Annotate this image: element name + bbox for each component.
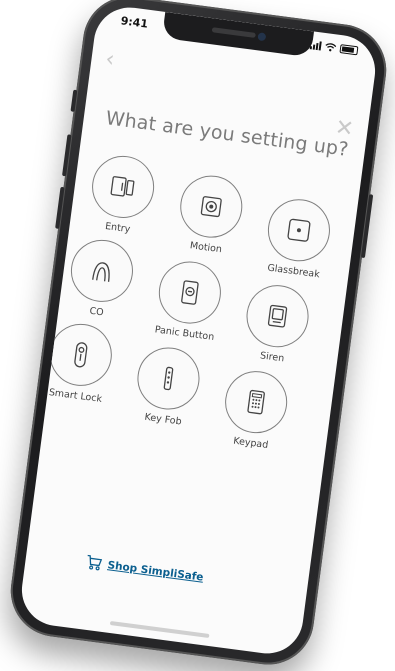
keypad-icon — [221, 367, 291, 437]
device-panic-button[interactable]: Panic Button — [142, 256, 235, 344]
shop-link-label: Shop SimpliSafe — [106, 558, 205, 584]
entry-sensor-icon — [88, 152, 158, 222]
device-siren[interactable]: Siren — [230, 280, 323, 368]
device-glassbreak[interactable]: Glassbreak — [251, 194, 344, 282]
panic-button-icon — [155, 257, 225, 328]
device-label: Entry — [104, 220, 131, 236]
device-label: CO — [88, 305, 105, 319]
front-camera — [256, 32, 266, 42]
speaker-grille — [211, 27, 256, 38]
back-button[interactable]: ‹ — [104, 47, 116, 73]
wifi-icon — [325, 43, 337, 52]
page-title: What are you setting up? — [104, 107, 350, 161]
smart-lock-icon — [46, 320, 116, 390]
status-icons — [309, 40, 359, 56]
battery-icon — [339, 44, 359, 56]
device-label: Motion — [189, 240, 223, 256]
device-label: Panic Button — [154, 324, 215, 344]
device-key-fob[interactable]: Key Fob — [121, 342, 214, 430]
phone-mockup: 9:41 ‹ ✕ What are you setting up? Entry … — [5, 0, 392, 671]
cellular-signal-icon — [309, 40, 322, 51]
device-label: Glassbreak — [266, 262, 321, 281]
key-fob-icon — [133, 343, 204, 414]
status-time: 9:41 — [119, 14, 149, 31]
co-detector-icon — [67, 236, 137, 306]
device-motion[interactable]: Motion — [164, 170, 257, 258]
device-label: Siren — [259, 350, 285, 365]
glassbreak-sensor-icon — [264, 195, 334, 266]
shop-simplisafe-link[interactable]: Shop SimpliSafe — [85, 554, 205, 584]
siren-icon — [242, 281, 313, 351]
shopping-cart-icon — [87, 554, 103, 571]
device-label: Key Fob — [143, 411, 183, 428]
motion-sensor-icon — [176, 171, 247, 242]
device-keypad[interactable]: Keypad — [208, 366, 301, 454]
device-entry[interactable]: Entry — [75, 151, 168, 239]
device-label: Keypad — [232, 435, 269, 452]
device-co[interactable]: CO — [54, 235, 147, 323]
